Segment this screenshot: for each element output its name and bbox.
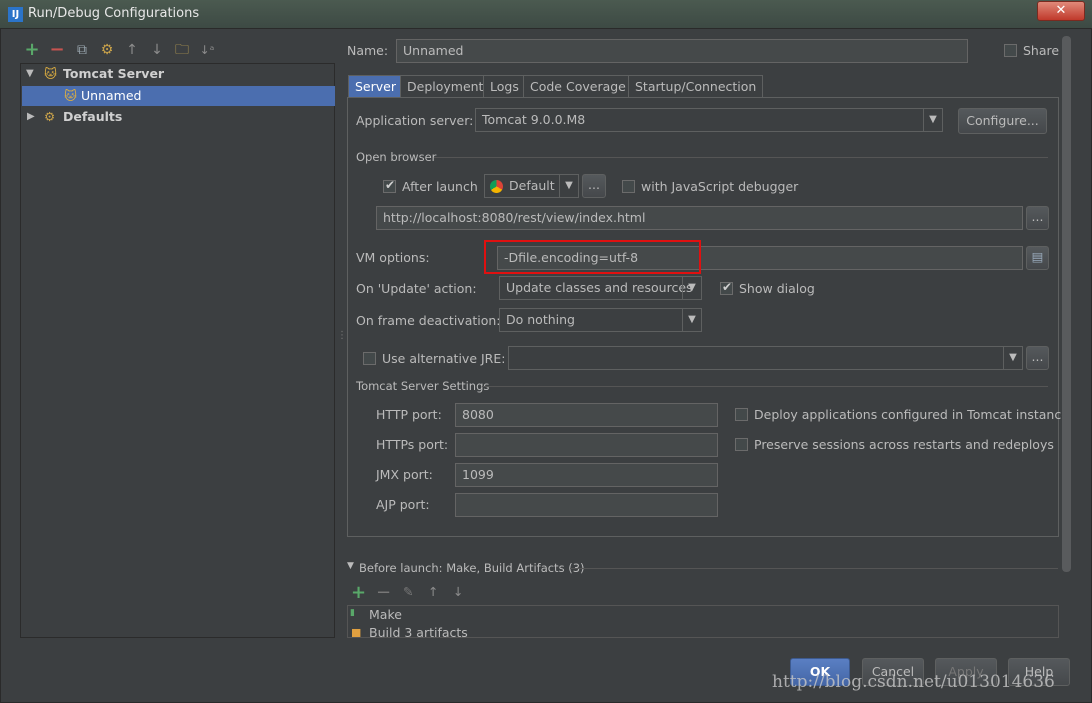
js-debugger-checkbox[interactable] xyxy=(622,180,635,193)
tree-item-unnamed[interactable]: 🐱 Unnamed xyxy=(22,86,335,106)
move-down-icon[interactable]: ↓ xyxy=(453,584,463,599)
chevron-down-icon[interactable]: ▼ xyxy=(923,109,942,131)
update-action-select[interactable]: Update classes and resources ▼ xyxy=(499,276,702,300)
window-title: Run/Debug Configurations xyxy=(28,6,200,21)
jmx-port-input[interactable]: 1099 xyxy=(455,463,718,487)
open-browser-heading: Open browser xyxy=(356,150,437,164)
window-titlebar: IJ Run/Debug Configurations ✕ xyxy=(0,0,1092,28)
browser-url-input[interactable]: http://localhost:8080/rest/view/index.ht… xyxy=(376,206,1023,230)
application-server-value: Tomcat 9.0.0.M8 xyxy=(482,112,586,127)
wrench-icon: ⚙ xyxy=(44,109,56,124)
list-item[interactable]: Build 3 artifacts xyxy=(369,625,468,637)
application-server-label: Application server: xyxy=(356,113,474,128)
watermark: http://blog.csdn.net/u013014636 xyxy=(772,672,1055,692)
scrollbar[interactable] xyxy=(1062,36,1071,572)
http-port-label: HTTP port: xyxy=(376,407,442,422)
http-port-input[interactable]: 8080 xyxy=(455,403,718,427)
chrome-icon xyxy=(490,180,503,193)
share-label: Share xyxy=(1023,43,1060,58)
intellij-app-icon: IJ xyxy=(8,7,23,22)
move-down-icon[interactable]: ↓ xyxy=(148,41,166,59)
tomcat-settings-heading: Tomcat Server Settings xyxy=(356,379,490,393)
collapse-arrow-icon[interactable]: ▼ xyxy=(347,561,354,571)
remove-configuration-icon[interactable]: − xyxy=(48,41,66,59)
collapsed-arrow-icon[interactable]: ▶ xyxy=(27,107,35,127)
divider xyxy=(434,157,1048,158)
divider xyxy=(482,386,1048,387)
browser-select[interactable]: Default ▼ xyxy=(484,174,579,198)
make-icon: ▮ xyxy=(350,608,355,618)
artifact-icon: ■ xyxy=(351,626,362,638)
js-debugger-label: with JavaScript debugger xyxy=(641,179,799,194)
expanded-arrow-icon[interactable]: ▼ xyxy=(26,64,34,84)
folder-icon[interactable]: 🗀 xyxy=(173,41,191,59)
tab-server[interactable]: Server xyxy=(348,75,403,97)
tree-item-label: Defaults xyxy=(63,109,123,124)
frame-deactivation-label: On frame deactivation: xyxy=(356,313,501,328)
frame-deactivation-value: Do nothing xyxy=(506,312,575,327)
after-launch-checkbox[interactable] xyxy=(383,178,396,193)
tab-code-coverage[interactable]: Code Coverage xyxy=(523,75,633,97)
tab-startup-connection[interactable]: Startup/Connection xyxy=(628,75,764,97)
show-dialog-label: Show dialog xyxy=(739,281,815,296)
alternative-jre-checkbox[interactable] xyxy=(363,352,376,365)
name-input[interactable]: Unnamed xyxy=(396,39,968,63)
chevron-down-icon[interactable]: ▼ xyxy=(682,309,701,331)
tree-item-defaults[interactable]: ▶ ⚙ Defaults xyxy=(22,107,335,127)
show-dialog-checkbox[interactable] xyxy=(720,280,733,295)
splitter-handle[interactable]: ⋮ xyxy=(337,330,347,341)
close-window-button[interactable]: ✕ xyxy=(1037,1,1085,21)
tree-item-label: Unnamed xyxy=(81,88,142,103)
https-port-label: HTTPs port: xyxy=(376,437,449,452)
update-action-label: On 'Update' action: xyxy=(356,281,477,296)
share-checkbox[interactable] xyxy=(1004,44,1017,57)
alternative-jre-label: Use alternative JRE: xyxy=(382,351,506,366)
move-up-icon[interactable]: ↑ xyxy=(428,584,438,599)
frame-deactivation-select[interactable]: Do nothing ▼ xyxy=(499,308,702,332)
configuration-tree[interactable]: ▼ 🐱 Tomcat Server 🐱 Unnamed ▶ ⚙ Defaults xyxy=(20,63,335,638)
edit-task-icon[interactable]: ✎ xyxy=(403,584,413,599)
tomcat-icon: 🐱 xyxy=(64,88,78,103)
chevron-down-icon[interactable]: ▼ xyxy=(559,175,578,197)
https-port-input[interactable] xyxy=(455,433,718,457)
browser-options-button[interactable]: ... xyxy=(582,174,606,198)
expand-editor-icon[interactable]: ▤ xyxy=(1026,246,1049,270)
vm-options-label: VM options: xyxy=(356,250,430,265)
list-item[interactable]: Make xyxy=(369,607,402,622)
before-launch-list[interactable]: ▮ Make ■ Build 3 artifacts xyxy=(347,605,1059,638)
jre-browse-button[interactable]: ... xyxy=(1026,346,1049,370)
edit-defaults-icon[interactable]: ⚙ xyxy=(98,41,116,59)
tomcat-icon: 🐱 xyxy=(44,66,58,81)
url-browse-button[interactable]: ... xyxy=(1026,206,1049,230)
browser-value: Default xyxy=(509,178,555,193)
highlight-box xyxy=(484,240,701,274)
preserve-sessions-label: Preserve sessions across restarts and re… xyxy=(754,437,1054,452)
add-task-icon[interactable]: + xyxy=(351,582,366,603)
tree-item-tomcat-server[interactable]: ▼ 🐱 Tomcat Server xyxy=(22,64,335,84)
before-launch-heading: Before launch: Make, Build Artifacts (3) xyxy=(359,561,585,575)
remove-task-icon[interactable]: − xyxy=(376,582,391,603)
jmx-port-label: JMX port: xyxy=(376,467,433,482)
chevron-down-icon[interactable]: ▼ xyxy=(1003,347,1022,369)
update-action-value: Update classes and resources xyxy=(506,280,693,295)
chevron-down-icon[interactable]: ▼ xyxy=(682,277,701,299)
add-configuration-icon[interactable]: + xyxy=(23,41,41,59)
ajp-port-label: AJP port: xyxy=(376,497,430,512)
tree-item-label: Tomcat Server xyxy=(63,66,165,81)
sort-icon[interactable]: ↓ᵃ xyxy=(198,41,216,59)
tab-deployment[interactable]: Deployment xyxy=(400,75,491,97)
move-up-icon[interactable]: ↑ xyxy=(123,41,141,59)
configure-button[interactable]: Configure... xyxy=(958,108,1047,134)
name-label: Name: xyxy=(347,43,389,58)
deploy-apps-checkbox[interactable] xyxy=(735,408,748,421)
tab-logs[interactable]: Logs xyxy=(483,75,526,97)
after-launch-label: After launch xyxy=(402,179,478,194)
alternative-jre-select[interactable]: ▼ xyxy=(508,346,1023,370)
preserve-sessions-checkbox[interactable] xyxy=(735,438,748,451)
copy-configuration-icon[interactable]: ⧉ xyxy=(73,41,91,59)
ajp-port-input[interactable] xyxy=(455,493,718,517)
deploy-apps-label: Deploy applications configured in Tomcat… xyxy=(754,407,1069,422)
divider xyxy=(570,568,1058,569)
application-server-select[interactable]: Tomcat 9.0.0.M8 ▼ xyxy=(475,108,943,132)
